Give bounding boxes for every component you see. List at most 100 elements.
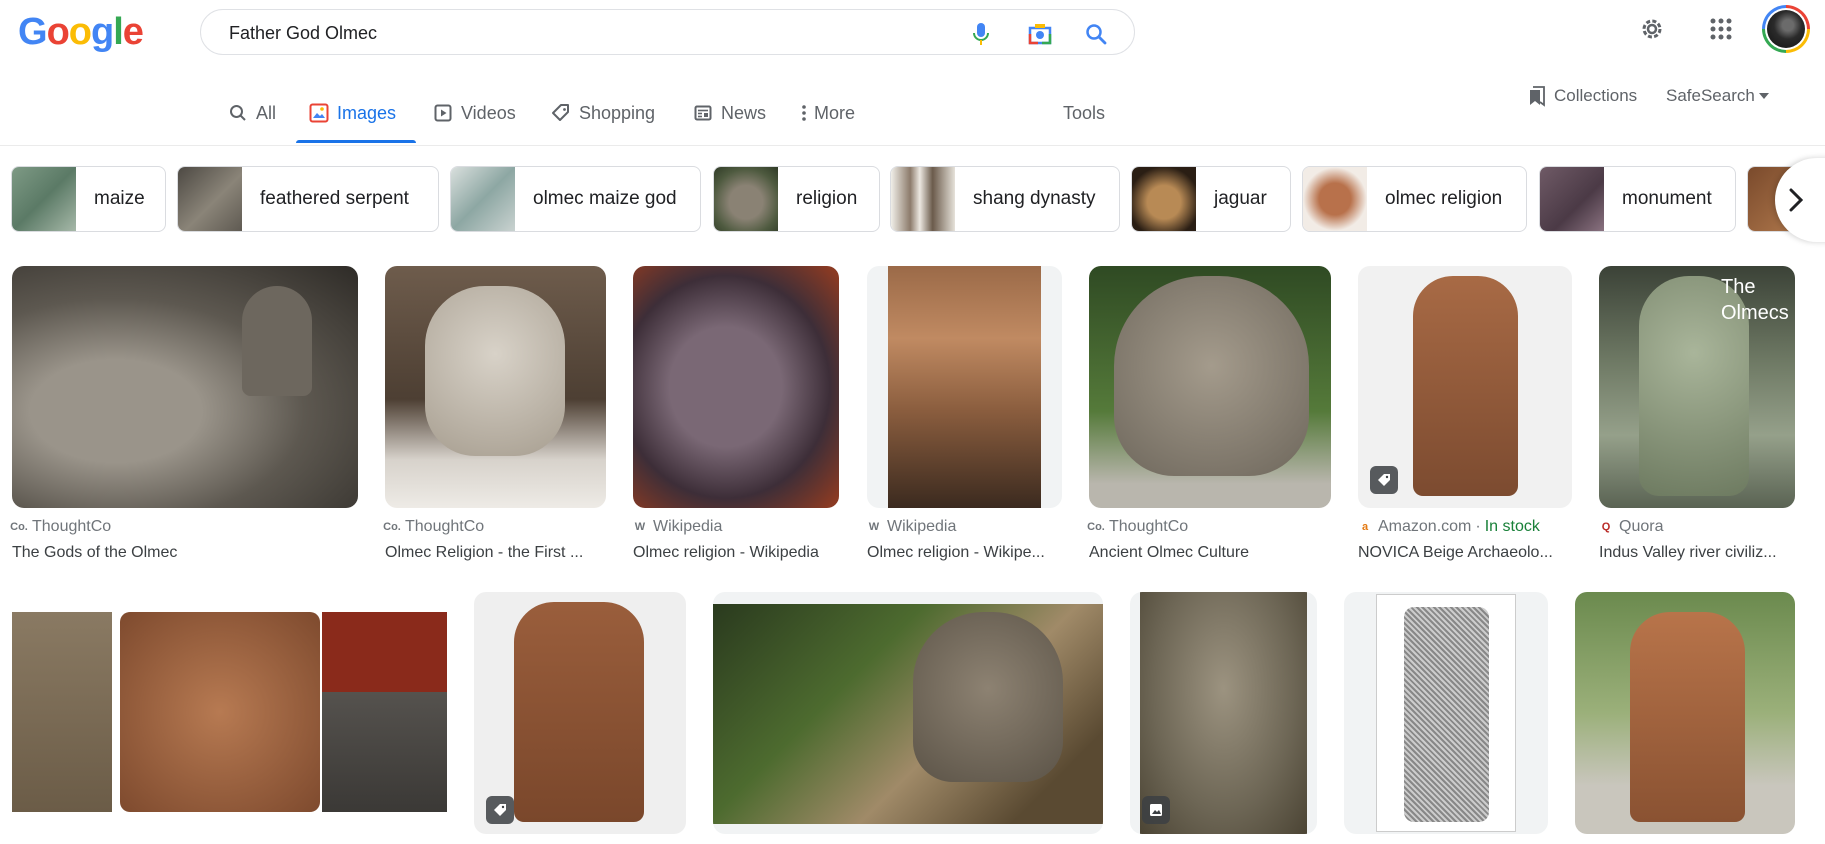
header: Google xyxy=(0,0,1825,58)
quora-icon: Q xyxy=(1601,521,1611,533)
chip-jaguar[interactable]: jaguar xyxy=(1131,166,1291,232)
result-thumbnail[interactable] xyxy=(12,266,358,508)
tab-shopping[interactable]: Shopping xyxy=(551,98,655,128)
camera-lens-icon[interactable] xyxy=(1027,21,1053,47)
safesearch-button[interactable]: SafeSearch xyxy=(1666,83,1769,109)
image-result[interactable]: Co. ThoughtCo Olmec Religion - the First … xyxy=(383,266,606,568)
chip-label: jaguar xyxy=(1214,188,1267,209)
image-result[interactable] xyxy=(1130,592,1317,844)
result-thumbnail[interactable] xyxy=(1358,266,1572,508)
image-result[interactable]: W Wikipedia Olmec religion - Wikipedia xyxy=(633,266,839,568)
avatar[interactable] xyxy=(1762,5,1810,53)
chip-thumbnail xyxy=(1303,167,1367,231)
result-source[interactable]: W Wikipedia xyxy=(867,518,957,536)
result-source[interactable]: Co. ThoughtCo xyxy=(1087,518,1189,536)
result-thumbnail[interactable] xyxy=(633,266,839,508)
result-thumbnail[interactable] xyxy=(474,592,686,834)
result-source[interactable]: Q Quora xyxy=(1599,518,1664,536)
tab-label: More xyxy=(814,102,856,123)
safesearch-label: SafeSearch xyxy=(1666,86,1755,105)
chip-shang-dynasty[interactable]: shang dynasty xyxy=(890,166,1120,232)
tab-all[interactable]: All xyxy=(228,98,276,128)
result-title[interactable]: Indus Valley river civiliz... xyxy=(1599,544,1795,562)
tab-images[interactable]: Images xyxy=(309,98,396,128)
result-title[interactable]: Olmec Religion - the First ... xyxy=(385,544,606,562)
thoughtco-icon: Co. xyxy=(1087,521,1105,533)
mic-icon[interactable] xyxy=(968,21,994,47)
search-tabs-bar: All Images Videos Shopping News More Too… xyxy=(0,58,1825,146)
image-badge-icon xyxy=(1142,796,1170,824)
result-thumbnail[interactable]: The Olmecs xyxy=(1599,266,1795,508)
logo-letter: G xyxy=(18,11,48,53)
google-logo[interactable]: Google xyxy=(18,11,144,54)
image-icon xyxy=(309,103,329,123)
related-chips: maize feathered serpent olmec maize god … xyxy=(0,166,1825,234)
chip-feathered-serpent[interactable]: feathered serpent xyxy=(177,166,439,232)
image-result[interactable] xyxy=(1575,592,1795,844)
image-result[interactable] xyxy=(12,592,447,844)
result-thumbnail[interactable] xyxy=(385,266,606,508)
image-result[interactable]: a Amazon.com · In stock NOVICA Beige Archae… xyxy=(1358,266,1572,568)
result-thumbnail[interactable] xyxy=(713,592,1103,834)
result-thumbnail[interactable] xyxy=(1344,592,1548,834)
chip-label: religion xyxy=(796,188,858,209)
source-label: ThoughtCo xyxy=(32,518,112,535)
tag-icon xyxy=(551,103,571,123)
search-icon[interactable] xyxy=(1083,21,1109,47)
result-thumbnail[interactable] xyxy=(1130,592,1317,834)
chip-thumbnail xyxy=(178,167,242,231)
result-source[interactable]: W Wikipedia xyxy=(633,518,723,536)
overlay-caption: The Olmecs xyxy=(1721,276,1789,324)
image-result[interactable]: Co. ThoughtCo The Gods of the Olmec xyxy=(10,266,358,568)
result-thumbnail[interactable] xyxy=(867,266,1062,508)
result-thumbnail[interactable] xyxy=(1575,592,1795,834)
image-result[interactable]: W Wikipedia Olmec religion - Wikipe... xyxy=(867,266,1062,568)
search-icon xyxy=(228,103,248,123)
tab-label: Videos xyxy=(461,102,516,123)
image-result[interactable] xyxy=(713,592,1103,844)
result-title[interactable]: Olmec religion - Wikipe... xyxy=(867,544,1062,562)
result-title[interactable]: Ancient Olmec Culture xyxy=(1089,544,1331,562)
tab-tools[interactable]: Tools xyxy=(1063,98,1105,128)
amazon-icon: a xyxy=(1361,521,1369,533)
result-source[interactable]: Co. ThoughtCo xyxy=(383,518,485,536)
image-result[interactable] xyxy=(1344,592,1548,844)
chip-thumbnail xyxy=(891,167,955,231)
tab-news[interactable]: News xyxy=(693,98,766,128)
result-title[interactable]: Olmec religion - Wikipedia xyxy=(633,544,839,562)
search-input[interactable] xyxy=(229,22,929,44)
wikipedia-icon: W xyxy=(634,521,646,533)
gear-icon[interactable] xyxy=(1637,14,1667,44)
source-label: ThoughtCo xyxy=(405,518,485,535)
image-result[interactable] xyxy=(474,592,686,844)
dots-vertical-icon xyxy=(800,103,808,123)
source-label: Amazon.com xyxy=(1378,518,1472,535)
logo-letter: g xyxy=(91,11,114,53)
tab-more[interactable]: More xyxy=(800,98,855,128)
image-result[interactable]: The Olmecs Q Quora Indus Valley river civ… xyxy=(1599,266,1795,568)
video-icon xyxy=(433,103,453,123)
stock-label: In stock xyxy=(1484,518,1540,535)
tab-label: Tools xyxy=(1063,102,1106,123)
source-label: ThoughtCo xyxy=(1109,518,1189,535)
chip-monument[interactable]: monument xyxy=(1539,166,1736,232)
result-title[interactable]: The Gods of the Olmec xyxy=(12,544,358,562)
chip-olmec-religion[interactable]: olmec religion xyxy=(1302,166,1527,232)
result-title[interactable]: NOVICA Beige Archaeolo... xyxy=(1358,544,1572,562)
chip-olmec-maize-god[interactable]: olmec maize god xyxy=(450,166,701,232)
chip-maize[interactable]: maize xyxy=(11,166,166,232)
result-thumbnail[interactable] xyxy=(1089,266,1331,508)
chip-religion[interactable]: religion xyxy=(713,166,880,232)
image-result[interactable]: Co. ThoughtCo Ancient Olmec Culture xyxy=(1087,266,1331,568)
result-source[interactable]: a Amazon.com · In stock xyxy=(1358,518,1540,536)
wikipedia-icon: W xyxy=(868,521,880,533)
result-source[interactable]: Co. ThoughtCo xyxy=(10,518,112,536)
collections-button[interactable]: Collections xyxy=(1528,83,1637,109)
result-thumbnail[interactable] xyxy=(12,592,447,834)
tab-videos[interactable]: Videos xyxy=(433,98,516,128)
caret-down-icon xyxy=(1758,93,1769,99)
tab-label: Images xyxy=(337,102,397,123)
source-label: Wikipedia xyxy=(887,518,957,535)
shopping-tag-icon xyxy=(1370,466,1398,494)
apps-grid-icon[interactable] xyxy=(1706,14,1736,44)
